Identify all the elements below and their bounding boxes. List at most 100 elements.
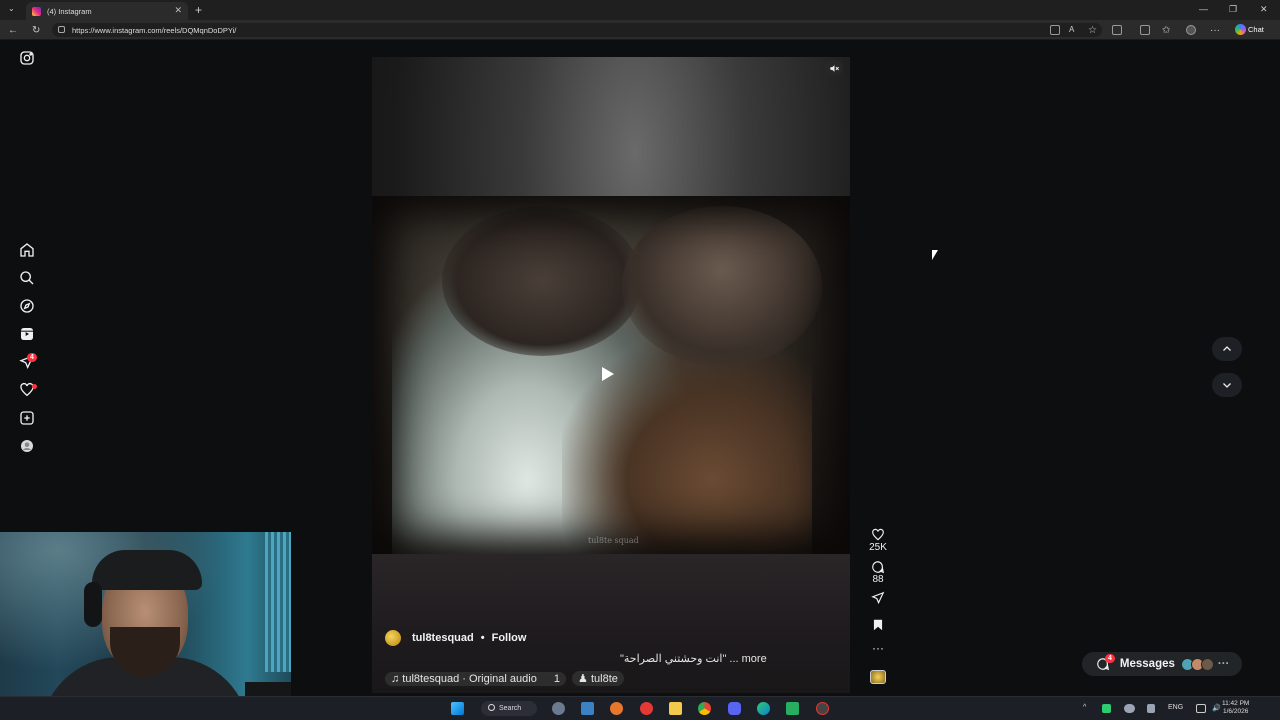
caption-text: "انت وحشتني الصراحة" ... more bbox=[620, 653, 767, 665]
chevron-down-icon bbox=[1223, 383, 1231, 388]
clock-time: 11:42 PM bbox=[1222, 700, 1250, 707]
save-button[interactable] bbox=[868, 618, 888, 632]
chat-label: Chat bbox=[1248, 25, 1264, 34]
close-tab-icon[interactable]: ✕ bbox=[174, 5, 182, 16]
original-audio-thumbnail[interactable] bbox=[870, 670, 886, 684]
minimize-icon[interactable]: — bbox=[1199, 4, 1208, 14]
messages-label: Messages bbox=[1119, 658, 1175, 670]
messages-more: ··· bbox=[1217, 658, 1230, 670]
message-avatar bbox=[1200, 657, 1214, 671]
previous-reel-button[interactable] bbox=[1212, 337, 1242, 361]
reels-icon[interactable] bbox=[19, 326, 35, 342]
tagged-user-chip[interactable]: ♟ tul8te bbox=[572, 671, 624, 686]
webcam-person-cap bbox=[92, 550, 202, 590]
read-aloud-icon[interactable]: A bbox=[1069, 25, 1074, 34]
mouse-cursor bbox=[932, 250, 938, 260]
volume-icon[interactable]: 🔊 bbox=[1212, 704, 1221, 712]
tab-title: (4) Instagram bbox=[47, 6, 92, 16]
tray-app-icon[interactable] bbox=[1102, 704, 1111, 713]
direct-messages-badge: 4 bbox=[27, 353, 37, 362]
network-icon[interactable] bbox=[1196, 704, 1206, 713]
play-icon[interactable] bbox=[602, 367, 614, 381]
bookmark-icon bbox=[873, 619, 883, 631]
webcam-overlay bbox=[0, 532, 291, 720]
author-separator: • bbox=[480, 632, 485, 644]
instagram-logo-icon[interactable] bbox=[19, 50, 35, 66]
file-explorer-icon[interactable] bbox=[669, 702, 682, 715]
tagged-user-name: tul8te bbox=[590, 673, 618, 685]
refresh-icon[interactable]: ↻ bbox=[32, 25, 40, 36]
muted-speaker-icon bbox=[829, 64, 839, 72]
opera-app-icon[interactable] bbox=[640, 702, 653, 715]
restore-icon[interactable]: ❐ bbox=[1229, 4, 1237, 15]
clock-date: 1/6/2026 bbox=[1223, 708, 1249, 715]
messages-button[interactable]: 4 Messages ··· bbox=[1082, 652, 1242, 676]
address-bar[interactable]: https://www.instagram.com/reels/DQMqnDoD… bbox=[52, 23, 1102, 37]
favorites-icon[interactable]: ✩ bbox=[1162, 25, 1170, 36]
search-icon bbox=[488, 704, 495, 711]
copilot-chat-button[interactable]: Chat bbox=[1232, 22, 1270, 37]
soundcloud-app-icon[interactable] bbox=[610, 702, 623, 715]
widgets-app-icon[interactable] bbox=[581, 702, 594, 715]
split-screen-icon[interactable] bbox=[1140, 25, 1150, 35]
new-tab-button[interactable]: + bbox=[195, 3, 202, 17]
more-options-icon[interactable]: ··· bbox=[868, 641, 888, 655]
edge-app-icon[interactable] bbox=[757, 702, 770, 715]
messages-avatars bbox=[1180, 657, 1214, 671]
audio-chip[interactable]: ♫ tul8tesquad · Original audio 1 bbox=[385, 671, 567, 686]
browser-toolbar: ← ↻ https://www.instagram.com/reels/DQMq… bbox=[0, 20, 1280, 40]
close-window-icon[interactable]: ✕ bbox=[1260, 4, 1268, 15]
like-button[interactable]: 25K bbox=[868, 528, 888, 553]
back-icon[interactable]: ← bbox=[8, 25, 18, 36]
comment-button[interactable]: 88 bbox=[868, 560, 888, 585]
tray-overflow-icon[interactable]: ^ bbox=[1083, 704, 1086, 711]
next-reel-button[interactable] bbox=[1212, 373, 1242, 397]
language-indicator[interactable]: ENG bbox=[1168, 704, 1183, 711]
profile-avatar[interactable] bbox=[19, 438, 35, 454]
favorite-star-icon[interactable]: ☆ bbox=[1088, 25, 1097, 36]
profile-icon[interactable] bbox=[1186, 25, 1196, 35]
app-available-icon[interactable] bbox=[1050, 25, 1060, 35]
share-button[interactable] bbox=[868, 591, 888, 605]
taskbar-search[interactable]: Search bbox=[481, 701, 537, 716]
notification-dot bbox=[32, 384, 37, 389]
site-info-icon[interactable] bbox=[58, 26, 65, 33]
extensions-icon[interactable] bbox=[1112, 25, 1122, 35]
taskbar-clock[interactable]: 11:42 PM 1/6/2026 bbox=[1222, 700, 1249, 716]
recorder-app-icon[interactable] bbox=[816, 702, 829, 715]
messages-badge: 4 bbox=[1105, 653, 1115, 663]
like-count: 25K bbox=[869, 542, 887, 553]
search-icon[interactable] bbox=[19, 270, 35, 286]
author-username[interactable]: tul8tesquad bbox=[412, 632, 474, 644]
tab-actions-menu-icon[interactable]: ⌄ bbox=[8, 4, 15, 13]
reel-caption[interactable]: "انت وحشتني الصراحة" ... more bbox=[620, 652, 767, 665]
media-app-icon[interactable] bbox=[786, 702, 799, 715]
onedrive-icon[interactable] bbox=[1124, 704, 1135, 713]
chevron-up-icon bbox=[1223, 346, 1231, 351]
audio-count: 1 bbox=[553, 672, 561, 685]
comment-icon bbox=[872, 561, 885, 574]
create-icon[interactable] bbox=[19, 410, 35, 426]
heart-icon bbox=[872, 528, 884, 541]
settings-app-icon[interactable] bbox=[552, 702, 565, 715]
webcam-curtain bbox=[265, 532, 291, 672]
follow-button[interactable]: Follow bbox=[492, 632, 527, 644]
windows-start-icon[interactable] bbox=[451, 702, 464, 715]
mute-toggle-button[interactable] bbox=[825, 60, 843, 76]
reel-audio-row: ♫ tul8tesquad · Original audio 1 ♟ tul8t… bbox=[385, 671, 630, 686]
browser-tab-instagram[interactable]: (4) Instagram ✕ bbox=[26, 2, 188, 20]
instagram-favicon-icon bbox=[32, 6, 41, 16]
settings-menu-icon[interactable]: ··· bbox=[1210, 25, 1220, 36]
tagged-user-icon: ♟ bbox=[578, 673, 588, 685]
discord-app-icon[interactable] bbox=[728, 702, 741, 715]
webcam-headphones bbox=[84, 582, 102, 627]
explore-icon[interactable] bbox=[19, 298, 35, 314]
microphone-icon[interactable] bbox=[1147, 704, 1155, 713]
browser-tab-bar: ⌄ (4) Instagram ✕ + — ❐ ✕ bbox=[0, 0, 1280, 20]
chrome-app-icon[interactable] bbox=[698, 702, 711, 715]
author-avatar[interactable] bbox=[385, 630, 401, 646]
home-icon[interactable] bbox=[19, 242, 35, 258]
reel-author-row: tul8tesquad • Follow bbox=[385, 629, 526, 647]
video-watermark: tul8te squad bbox=[588, 536, 639, 545]
copilot-icon bbox=[1235, 24, 1246, 35]
